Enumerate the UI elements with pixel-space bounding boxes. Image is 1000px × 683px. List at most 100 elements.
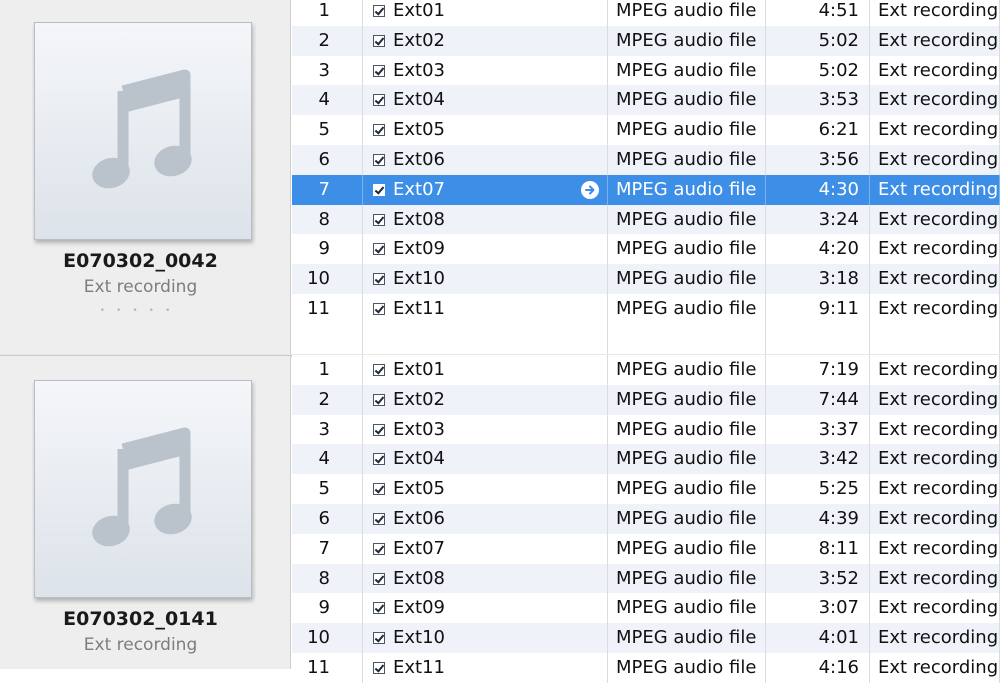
track-name-cell[interactable]: Ext08 <box>363 563 608 594</box>
track-kind: MPEG audio file <box>608 174 766 205</box>
track-name-cell[interactable]: Ext05 <box>363 474 608 504</box>
checkbox-checked-icon[interactable] <box>373 364 385 376</box>
track-name: Ext08 <box>393 567 445 589</box>
track-name: Ext06 <box>393 148 445 170</box>
track-row[interactable]: 11 Ext11 MPEG audio file 9:11 Ext recording <box>292 293 1000 324</box>
track-name-cell[interactable]: Ext11 <box>363 293 608 324</box>
track-kind: MPEG audio file <box>608 115 766 145</box>
track-row[interactable]: 6 Ext06 MPEG audio file 4:39 Ext recording <box>292 503 1000 534</box>
album-artist: Ext recording <box>83 277 198 297</box>
track-artist: Ext recording <box>870 474 1000 504</box>
track-row[interactable]: 3 Ext03 MPEG audio file 3:37 Ext recording <box>292 414 1000 445</box>
track-row[interactable]: 11 Ext11 MPEG audio file 4:16 Ext recording <box>292 652 1000 683</box>
checkbox-checked-icon[interactable] <box>373 153 385 166</box>
track-name-cell[interactable]: Ext08 <box>363 204 608 235</box>
track-name-cell[interactable]: Ext06 <box>363 503 608 534</box>
track-row[interactable]: 1 Ext01 MPEG audio file 7:19 Ext recording <box>292 355 1000 385</box>
track-artist: Ext recording <box>870 652 1000 683</box>
checkbox-checked-icon[interactable] <box>373 302 385 315</box>
checkbox-checked-icon[interactable] <box>373 183 385 196</box>
checkbox-checked-icon[interactable] <box>373 453 385 466</box>
checkbox-checked-icon[interactable] <box>373 602 385 615</box>
track-row[interactable]: 7 Ext07 MPEG audio file 8:11 Ext recording <box>292 533 1000 564</box>
track-kind: MPEG audio file <box>608 25 766 56</box>
checkbox-checked-icon[interactable] <box>373 572 385 585</box>
track-name-cell[interactable]: Ext04 <box>363 444 608 475</box>
track-name-cell[interactable]: Ext04 <box>363 85 608 116</box>
track-kind: MPEG audio file <box>608 144 766 175</box>
track-row[interactable]: 7 Ext07 MPEG audio file 4:30 Ext recording <box>292 174 1000 205</box>
track-number: 4 <box>292 444 363 475</box>
track-name-cell[interactable]: Ext05 <box>363 115 608 145</box>
track-time: 3:53 <box>766 85 870 116</box>
checkbox-checked-icon[interactable] <box>373 5 385 17</box>
track-name-cell[interactable]: Ext10 <box>363 264 608 294</box>
track-row[interactable]: 5 Ext05 MPEG audio file 5:25 Ext recording <box>292 474 1000 504</box>
track-number: 5 <box>292 115 363 145</box>
track-row[interactable]: 5 Ext05 MPEG audio file 6:21 Ext recording <box>292 115 1000 145</box>
checkbox-checked-icon[interactable] <box>373 64 385 77</box>
track-name-cell[interactable]: Ext02 <box>363 384 608 415</box>
track-number: 11 <box>292 293 363 324</box>
track-kind: MPEG audio file <box>608 55 766 86</box>
checkbox-checked-icon[interactable] <box>373 94 385 107</box>
track-number: 8 <box>292 563 363 594</box>
checkbox-checked-icon[interactable] <box>373 542 385 555</box>
track-list: 1 Ext01 MPEG audio file 4:51 Ext recording 2 E… <box>292 0 1000 354</box>
checkbox-checked-icon[interactable] <box>373 483 385 496</box>
track-name-cell[interactable]: Ext03 <box>363 55 608 86</box>
music-note-icon <box>92 69 192 189</box>
track-row[interactable]: 4 Ext04 MPEG audio file 3:53 Ext recording <box>292 85 1000 116</box>
checkbox-checked-icon[interactable] <box>373 632 385 645</box>
track-row[interactable]: 9 Ext09 MPEG audio file 4:20 Ext recording <box>292 234 1000 265</box>
checkbox-checked-icon[interactable] <box>373 34 385 47</box>
track-number: 3 <box>292 55 363 86</box>
track-name: Ext03 <box>393 418 445 440</box>
track-row[interactable]: 4 Ext04 MPEG audio file 3:42 Ext recording <box>292 444 1000 475</box>
track-name-cell[interactable]: Ext09 <box>363 234 608 265</box>
track-number: 7 <box>292 533 363 564</box>
track-number: 11 <box>292 652 363 683</box>
track-name-cell[interactable]: Ext07 <box>363 174 608 205</box>
track-row[interactable]: 6 Ext06 MPEG audio file 3:56 Ext recording <box>292 144 1000 175</box>
track-time: 3:07 <box>766 593 870 624</box>
track-name-cell[interactable]: Ext01 <box>363 355 608 385</box>
track-row[interactable]: 10 Ext10 MPEG audio file 4:01 Ext recording <box>292 623 1000 653</box>
checkbox-checked-icon[interactable] <box>373 124 385 137</box>
track-row[interactable]: 10 Ext10 MPEG audio file 3:18 Ext recording <box>292 264 1000 294</box>
arrow-right-circle-icon[interactable] <box>581 180 599 199</box>
track-name-cell[interactable]: Ext07 <box>363 533 608 564</box>
checkbox-checked-icon[interactable] <box>373 512 385 525</box>
checkbox-checked-icon[interactable] <box>373 243 385 256</box>
album-artwork[interactable] <box>34 22 252 240</box>
album-rating[interactable]: ••••• <box>0 306 281 316</box>
checkbox-checked-icon[interactable] <box>373 423 385 436</box>
track-name-cell[interactable]: Ext02 <box>363 25 608 56</box>
track-name-cell[interactable]: Ext01 <box>363 0 608 26</box>
track-row[interactable]: 9 Ext09 MPEG audio file 3:07 Ext recording <box>292 593 1000 624</box>
track-number: 7 <box>292 174 363 205</box>
track-number: 9 <box>292 234 363 265</box>
track-name-cell[interactable]: Ext03 <box>363 414 608 445</box>
track-name-cell[interactable]: Ext11 <box>363 652 608 683</box>
track-row[interactable]: 1 Ext01 MPEG audio file 4:51 Ext recording <box>292 0 1000 26</box>
track-name-cell[interactable]: Ext09 <box>363 593 608 624</box>
album-artwork[interactable] <box>34 380 252 598</box>
track-time: 4:16 <box>766 652 870 683</box>
track-name-cell[interactable]: Ext10 <box>363 623 608 653</box>
track-row[interactable]: 8 Ext08 MPEG audio file 3:52 Ext recording <box>292 563 1000 594</box>
track-name-cell[interactable]: Ext06 <box>363 144 608 175</box>
track-row[interactable]: 8 Ext08 MPEG audio file 3:24 Ext recording <box>292 204 1000 235</box>
checkbox-checked-icon[interactable] <box>373 661 385 674</box>
checkbox-checked-icon[interactable] <box>373 213 385 226</box>
checkbox-checked-icon[interactable] <box>373 273 385 286</box>
track-number: 2 <box>292 25 363 56</box>
track-time: 4:20 <box>766 234 870 265</box>
album-art-panel: E070302_0042 Ext recording ••••• <box>0 0 291 354</box>
track-time: 3:56 <box>766 144 870 175</box>
track-time: 3:52 <box>766 563 870 594</box>
track-row[interactable]: 2 Ext02 MPEG audio file 7:44 Ext recording <box>292 384 1000 415</box>
track-row[interactable]: 3 Ext03 MPEG audio file 5:02 Ext recording <box>292 55 1000 86</box>
checkbox-checked-icon[interactable] <box>373 393 385 406</box>
track-row[interactable]: 2 Ext02 MPEG audio file 5:02 Ext recording <box>292 25 1000 56</box>
